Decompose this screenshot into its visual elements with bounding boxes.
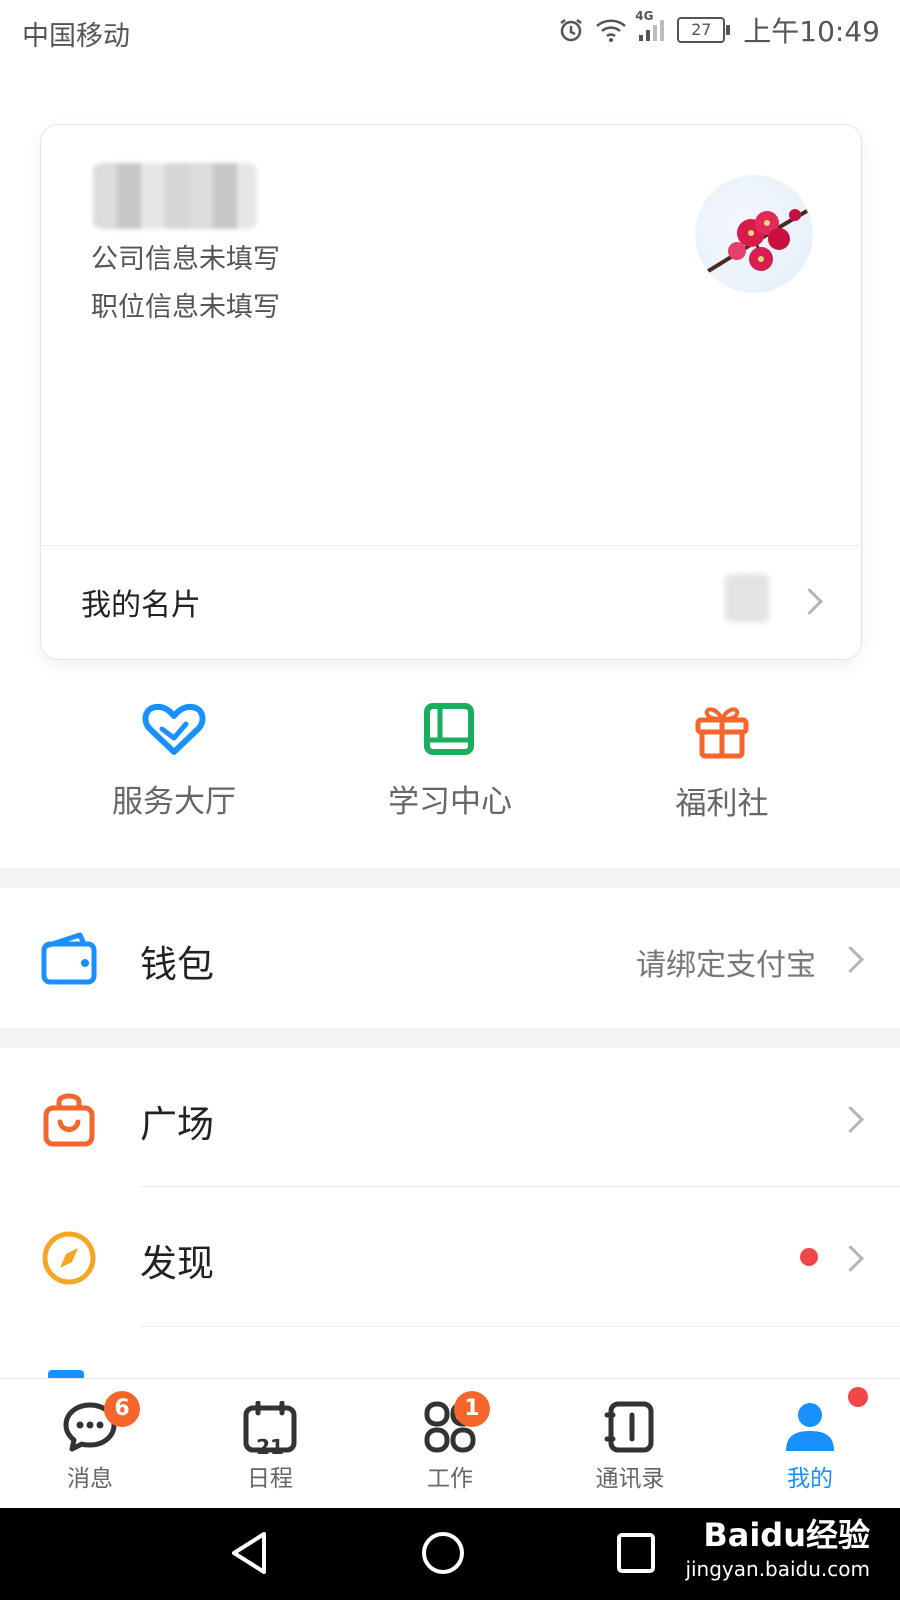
position-info: 职位信息未填写 xyxy=(91,292,280,323)
user-name-blurred xyxy=(93,163,257,229)
wallet-icon xyxy=(40,930,98,988)
alarm-icon xyxy=(557,16,585,44)
me-dot xyxy=(848,1387,868,1407)
wallet-label: 钱包 xyxy=(140,943,214,986)
tab-me[interactable]: 我的 xyxy=(720,1379,900,1509)
service-hall-entry[interactable]: 服务大厅 xyxy=(54,690,294,821)
calendar-day: 21 xyxy=(256,1435,284,1459)
heart-icon xyxy=(54,702,294,758)
baidu-watermark: Baidu经验 jingyan.baidu.com xyxy=(685,1518,870,1586)
tab-schedule[interactable]: 21 日程 xyxy=(180,1379,360,1509)
signal-icon: 4G xyxy=(635,9,667,43)
discover-row[interactable]: 发现 xyxy=(0,1187,900,1325)
clock: 上午10:49 xyxy=(743,15,880,48)
tab-label-me: 我的 xyxy=(787,1466,833,1492)
tab-messages[interactable]: 6 消息 xyxy=(0,1379,180,1509)
tab-work[interactable]: 1 工作 xyxy=(360,1379,540,1509)
learning-center-label: 学习中心 xyxy=(388,784,512,820)
my-name-card-row[interactable]: 我的名片 xyxy=(41,546,861,658)
chat-icon xyxy=(0,1401,180,1453)
name-card-label: 我的名片 xyxy=(81,588,201,623)
section-gap xyxy=(0,1028,900,1048)
profile-card[interactable]: 公司信息未填写 职位信息未填写 我的名片 xyxy=(40,124,862,660)
calendar-icon: 21 xyxy=(180,1401,360,1459)
wallet-row[interactable]: 钱包 请绑定支付宝 xyxy=(0,888,900,1026)
tab-label-messages: 消息 xyxy=(67,1466,113,1492)
learning-center-entry[interactable]: 学习中心 xyxy=(330,690,570,821)
new-dot xyxy=(800,1248,818,1266)
tab-label-contacts: 通讯录 xyxy=(595,1466,665,1492)
chevron-right-icon xyxy=(796,588,823,615)
apps-icon xyxy=(360,1401,540,1453)
contacts-icon xyxy=(540,1401,720,1453)
user-icon xyxy=(720,1401,900,1453)
chevron-right-icon xyxy=(837,1106,864,1133)
unread-badge: 6 xyxy=(104,1391,140,1427)
service-hall-label: 服务大厅 xyxy=(112,784,236,820)
chevron-right-icon xyxy=(837,946,864,973)
status-bar: 中国移动 4G 27 上午10:49 xyxy=(0,0,900,62)
bottom-tab-bar: 6 消息 21 日程 1 工作 通讯录 我的 xyxy=(0,1378,900,1509)
back-icon[interactable] xyxy=(228,1530,272,1576)
partial-folder-icon xyxy=(48,1370,84,1378)
network-type: 4G xyxy=(635,9,654,23)
home-icon[interactable] xyxy=(420,1530,466,1576)
tab-label-schedule: 日程 xyxy=(247,1466,293,1492)
wifi-icon xyxy=(595,17,627,43)
row-divider xyxy=(140,1326,900,1327)
company-info: 公司信息未填写 xyxy=(91,244,280,275)
name-card-thumbnail xyxy=(725,574,769,622)
shopping-bag-icon xyxy=(40,1090,98,1148)
bind-alipay-text: 请绑定支付宝 xyxy=(636,948,816,983)
compass-icon xyxy=(40,1229,98,1287)
status-icons: 4G 27 上午10:49 xyxy=(557,9,880,48)
battery-icon: 27 xyxy=(677,17,731,43)
square-label: 广场 xyxy=(140,1103,214,1146)
carrier-name: 中国移动 xyxy=(22,21,130,52)
tab-contacts[interactable]: 通讯录 xyxy=(540,1379,720,1509)
chevron-right-icon xyxy=(837,1245,864,1272)
square-row[interactable]: 广场 xyxy=(0,1048,900,1186)
section-gap xyxy=(0,868,900,888)
quick-entries: 服务大厅 学习中心 福利社 xyxy=(0,690,900,850)
watermark-url: jingyan.baidu.com xyxy=(685,1557,870,1581)
watermark-brand: Baidu经验 xyxy=(703,1516,870,1554)
tab-label-work: 工作 xyxy=(427,1466,473,1492)
gift-icon xyxy=(602,702,842,760)
welfare-entry[interactable]: 福利社 xyxy=(602,690,842,823)
work-badge: 1 xyxy=(454,1391,490,1427)
discover-label: 发现 xyxy=(140,1242,214,1285)
system-nav-bar: Baidu经验 jingyan.baidu.com xyxy=(0,1508,900,1600)
welfare-label: 福利社 xyxy=(675,786,769,822)
recents-icon[interactable] xyxy=(616,1530,656,1576)
avatar[interactable] xyxy=(695,175,813,293)
book-icon xyxy=(330,702,570,758)
